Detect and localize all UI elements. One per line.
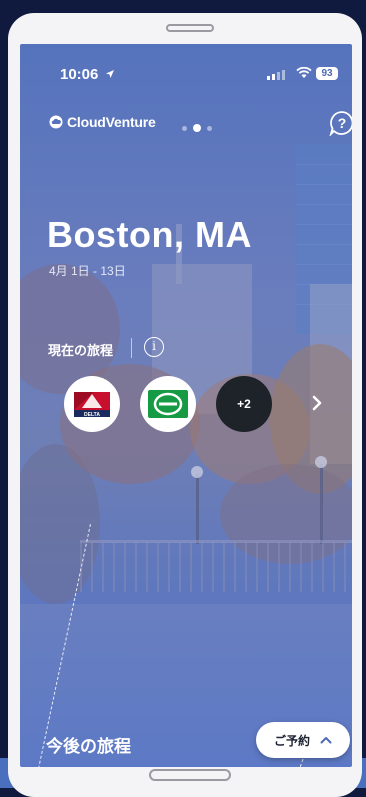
destination-title: Boston, MA [47, 214, 252, 255]
delta-logo: DELTA [74, 392, 110, 418]
brand-name: CloudVenture [67, 114, 156, 130]
chevron-right-icon[interactable] [306, 392, 328, 414]
location-arrow-icon [105, 70, 114, 78]
wifi-icon [296, 67, 312, 78]
page-indicator[interactable] [182, 124, 212, 132]
cloud-logo-icon [49, 115, 63, 129]
status-time: 10:06 [60, 66, 115, 83]
booking-button-label: ご予約 [273, 733, 310, 748]
delta-booking-button[interactable]: DELTA [64, 376, 120, 432]
status-time-text: 10:06 [60, 66, 99, 83]
lamp-light [315, 456, 327, 468]
info-icon[interactable]: i [144, 337, 164, 357]
lamp-light [191, 466, 203, 478]
fence [80, 542, 352, 592]
divider [131, 338, 132, 358]
home-indicator[interactable] [149, 769, 231, 781]
current-itinerary-label: 現在の旅程 [48, 343, 114, 358]
svg-text:?: ? [338, 115, 347, 131]
cellular-signal-icon [267, 70, 285, 80]
enterprise-booking-button[interactable] [140, 376, 196, 432]
battery-indicator: 93 [316, 67, 338, 80]
page-dot-active[interactable] [193, 124, 201, 132]
page-dot[interactable] [207, 125, 212, 131]
lamp-post [320, 464, 323, 544]
lamp-post [196, 474, 199, 544]
upcoming-itinerary-title: 今後の旅程 [46, 737, 131, 756]
chevron-up-icon [320, 737, 332, 744]
phone-frame: 10:06 93 CloudVenture ? Boston, MA 4月 1日… [8, 13, 362, 797]
page-dot[interactable] [182, 125, 187, 131]
more-bookings-button[interactable]: +2 [216, 376, 272, 432]
trip-dates: 4月 1日 - 13日 [49, 264, 126, 278]
delta-name: DELTA [84, 412, 100, 418]
help-button[interactable]: ? [329, 110, 352, 136]
speaker-notch [166, 24, 214, 32]
enterprise-logo [148, 390, 188, 418]
app-screen: 10:06 93 CloudVenture ? Boston, MA 4月 1日… [20, 44, 352, 767]
booking-button[interactable]: ご予約 [256, 722, 350, 758]
brand-logo: CloudVenture [49, 114, 156, 130]
